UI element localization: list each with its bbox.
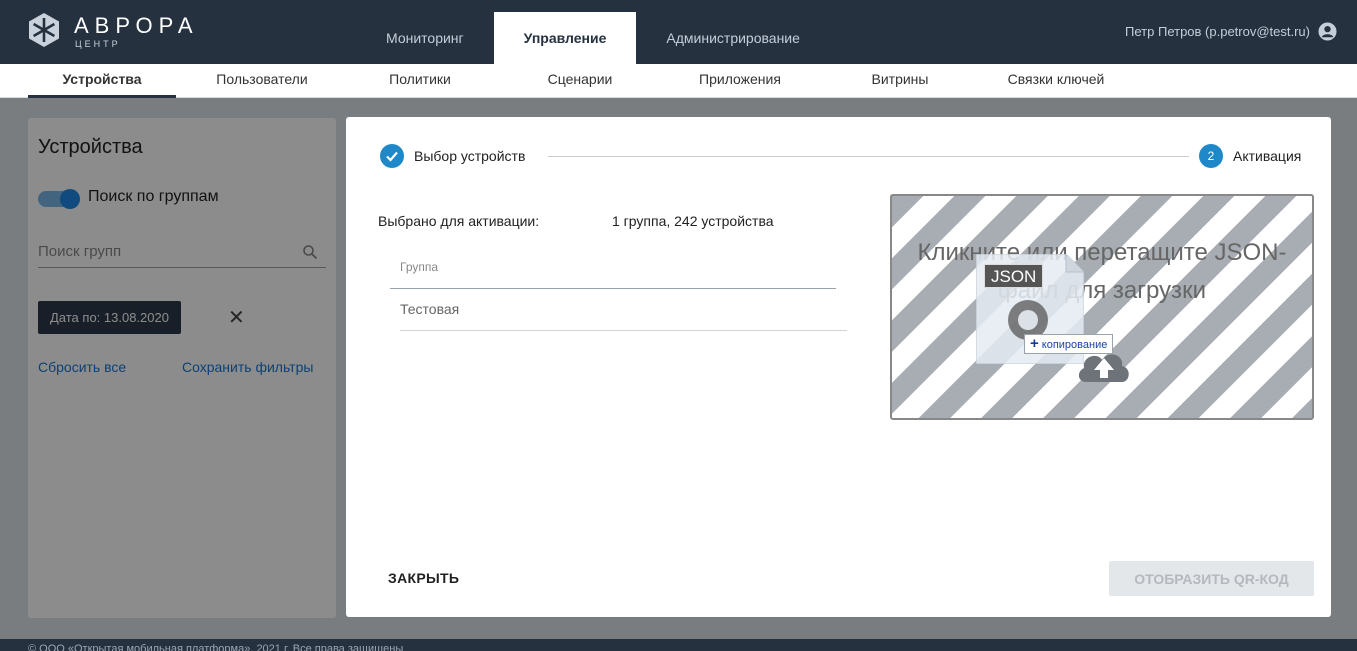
stepper-step-2: 2 Активация (1199, 144, 1301, 168)
table-row-divider (400, 330, 847, 331)
app-logo[interactable]: АВРОРА ЦЕНТР (26, 12, 226, 54)
json-dropzone[interactable]: Кликните или перетащите JSON-файл для за… (890, 194, 1314, 420)
subnav-policies[interactable]: Политики (370, 64, 470, 98)
check-icon (380, 144, 404, 168)
subnav-showcases[interactable]: Витрины (860, 64, 940, 98)
tab-management[interactable]: Управление (493, 12, 637, 64)
plus-icon: + (1030, 335, 1039, 352)
main-nav: Мониторинг Управление Администрирование (356, 12, 830, 64)
aurora-logo-icon (29, 13, 59, 47)
user-circle-icon (1318, 22, 1337, 41)
subnav-keychains[interactable]: Связки ключей (996, 64, 1116, 98)
json-file-label: JSON (984, 264, 1044, 288)
step2-label: Активация (1233, 148, 1302, 164)
copy-badge: + копирование (1024, 334, 1114, 354)
stepper-connector (548, 156, 1189, 157)
step1-label: Выбор устройств (414, 148, 526, 164)
show-qr-button[interactable]: ОТОБРАЗИТЬ QR-КОД (1109, 561, 1314, 596)
sub-nav: Устройства Пользователи Политики Сценари… (0, 64, 1357, 98)
logo-title: АВРОРА (74, 13, 199, 38)
dropzone-text: Кликните или перетащите JSON-файл для за… (917, 239, 1287, 304)
footer: © ООО «Открытая мобильная платформа», 20… (0, 639, 1357, 651)
top-bar: АВРОРА ЦЕНТР Мониторинг Управление Админ… (0, 0, 1357, 64)
tab-monitoring[interactable]: Мониторинг (356, 12, 494, 64)
close-button[interactable]: ЗАКРЫТЬ (388, 570, 459, 586)
selected-label: Выбрано для активации: (378, 213, 540, 229)
table-row: Тестовая (400, 301, 460, 317)
subnav-users[interactable]: Пользователи (196, 64, 328, 98)
table-header-group: Группа (400, 260, 439, 274)
subnav-scenarios[interactable]: Сценарии (530, 64, 630, 98)
subnav-devices[interactable]: Устройства (28, 64, 176, 98)
user-name: Петр Петров (p.petrov@test.ru) (1125, 24, 1310, 39)
user-menu[interactable]: Петр Петров (p.petrov@test.ru) (1125, 22, 1337, 41)
tab-administration[interactable]: Администрирование (636, 12, 830, 64)
subnav-apps[interactable]: Приложения (680, 64, 800, 98)
selected-value: 1 группа, 242 устройства (612, 213, 774, 229)
stepper-step-1: Выбор устройств (380, 144, 525, 168)
logo-subtitle: ЦЕНТР (75, 39, 121, 49)
step2-number: 2 (1199, 144, 1223, 168)
table-header-divider (390, 288, 836, 289)
activation-dialog: Выбор устройств 2 Активация Выбрано для … (346, 117, 1331, 617)
copy-badge-label: копирование (1041, 339, 1108, 351)
